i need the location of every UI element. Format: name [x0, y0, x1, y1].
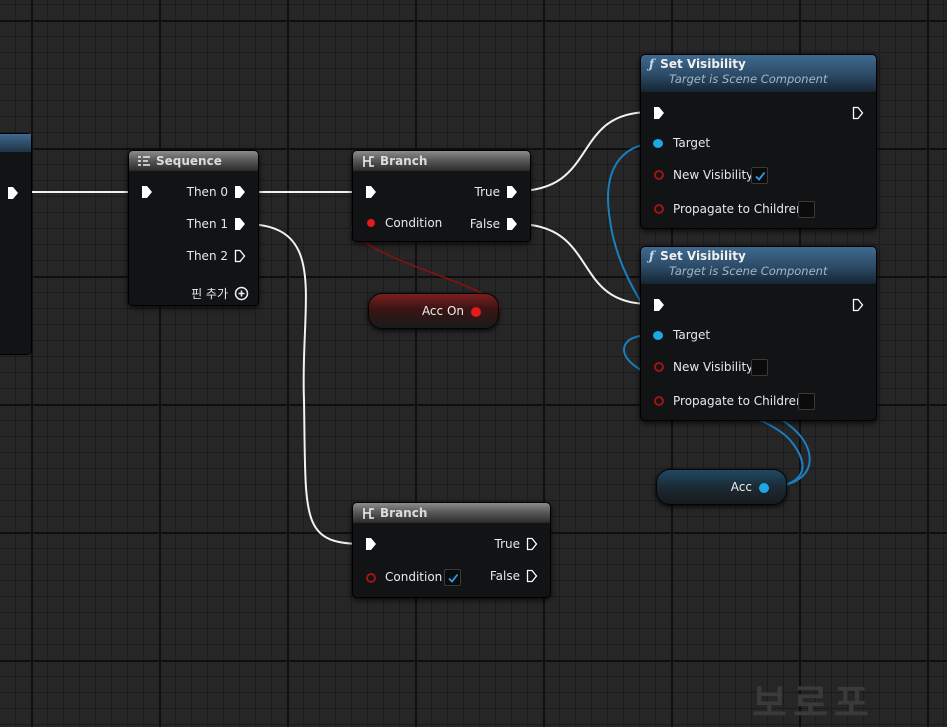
branch-top-true-pin-icon[interactable] [506, 185, 518, 199]
set-visibility-2-new-visibility-checkbox[interactable] [751, 359, 768, 376]
set-visibility-2-new-visibility-pin-icon[interactable] [654, 362, 664, 372]
branch-bottom-false-label: False [489, 569, 520, 583]
branch-top-condition-label: Condition [385, 216, 443, 230]
acc-output-pin-icon[interactable] [759, 483, 769, 493]
branch-top-header: Branch [353, 151, 530, 171]
set-visibility-1-new-visibility-label: New Visibility [673, 168, 754, 182]
branch-icon [363, 507, 374, 519]
exec-wire-false-to-set-visibility-2 [515, 223, 651, 305]
set-visibility-1-propagate-pin-icon[interactable] [654, 204, 664, 214]
acc-on-label: Acc On [421, 304, 464, 318]
then2-label: Then 2 [186, 249, 228, 263]
branch-bottom-condition-checkbox[interactable] [444, 569, 461, 586]
background-watermark-text: 보로포 [752, 681, 875, 725]
acc-variable-node[interactable]: Acc [656, 469, 787, 505]
set-visibility-node-1[interactable]: ƒ Set Visibility Target is Scene Componen… [640, 54, 877, 229]
branch-node-bottom[interactable]: Branch True Condition False [352, 502, 551, 598]
set-visibility-node-2[interactable]: ƒ Set Visibility Target is Scene Componen… [640, 246, 877, 421]
set-visibility-2-propagate-label: Propagate to Children [673, 394, 804, 408]
checkmark-icon [447, 573, 458, 583]
set-visibility-1-target-label: Target [673, 136, 711, 150]
sequence-node[interactable]: Sequence Then 0 Then 1 Then 2 핀 추가 [128, 150, 259, 306]
exec-wire-true-to-set-visibility-1 [515, 111, 651, 192]
branch-top-false-pin-icon[interactable] [506, 217, 518, 231]
set-visibility-2-header: ƒ Set Visibility Target is Scene Componen… [641, 247, 876, 284]
set-visibility-1-exec-out-pin-icon[interactable] [852, 106, 864, 120]
set-visibility-2-target-pin-icon[interactable] [653, 331, 663, 340]
then1-exec-pin-icon[interactable] [234, 217, 246, 231]
branch-bottom-title: Branch [380, 506, 428, 520]
sequence-exec-in-pin-icon[interactable] [141, 185, 153, 199]
then2-exec-pin-icon[interactable] [234, 249, 246, 263]
exec-wire-then1-to-branch-bottom [243, 223, 365, 545]
set-visibility-1-target-pin-icon[interactable] [653, 139, 663, 148]
branch-bottom-exec-in-pin-icon[interactable] [365, 537, 377, 551]
acc-label: Acc [730, 480, 752, 494]
sequence-title: Sequence [156, 154, 222, 168]
set-visibility-1-subtitle: Target is Scene Component [669, 72, 828, 86]
branch-top-false-label: False [469, 217, 500, 231]
branch-top-condition-pin-icon[interactable] [367, 219, 375, 227]
set-visibility-2-propagate-pin-icon[interactable] [654, 396, 664, 406]
set-visibility-1-exec-in-pin-icon[interactable] [653, 106, 665, 120]
set-visibility-2-subtitle: Target is Scene Component [669, 264, 828, 278]
branch-bottom-condition-label: Condition [385, 570, 443, 584]
branch-bottom-true-label: True [494, 537, 521, 551]
branch-top-true-label: True [474, 185, 501, 199]
then1-label: Then 1 [186, 217, 228, 231]
branch-top-title: Branch [380, 154, 428, 168]
sequence-header: Sequence [129, 151, 258, 171]
branch-icon [363, 155, 374, 167]
branch-bottom-false-pin-icon[interactable] [526, 569, 538, 583]
then0-label: Then 0 [186, 185, 228, 199]
set-visibility-1-new-visibility-pin-icon[interactable] [654, 170, 664, 180]
branch-top-exec-in-pin-icon[interactable] [365, 185, 377, 199]
add-pin-label[interactable]: 핀 추가 [191, 285, 228, 302]
set-visibility-2-exec-in-pin-icon[interactable] [653, 298, 665, 312]
set-visibility-1-propagate-label: Propagate to Children [673, 202, 804, 216]
set-visibility-2-target-label: Target [673, 328, 711, 342]
offscreen-event-node[interactable] [0, 133, 32, 355]
set-visibility-2-exec-out-pin-icon[interactable] [852, 298, 864, 312]
then0-exec-pin-icon[interactable] [234, 185, 246, 199]
checkmark-icon [754, 171, 765, 181]
branch-bottom-condition-pin-icon[interactable] [366, 573, 376, 583]
add-pin-icon[interactable] [234, 286, 249, 301]
acc-on-variable-node[interactable]: Acc On [368, 293, 499, 329]
set-visibility-1-propagate-checkbox[interactable] [798, 201, 815, 218]
set-visibility-2-propagate-checkbox[interactable] [798, 393, 815, 410]
acc-on-output-pin-icon[interactable] [471, 307, 481, 317]
branch-node-top[interactable]: Branch True Condition False [352, 150, 531, 242]
branch-bottom-header: Branch [353, 503, 550, 523]
function-f-icon: ƒ [649, 57, 655, 71]
function-f-icon: ƒ [649, 249, 655, 263]
set-visibility-2-new-visibility-label: New Visibility [673, 360, 754, 374]
sequence-icon [138, 156, 150, 166]
branch-bottom-true-pin-icon[interactable] [526, 537, 538, 551]
exec-out-pin-icon[interactable] [7, 186, 19, 200]
set-visibility-1-header: ƒ Set Visibility Target is Scene Componen… [641, 55, 876, 92]
set-visibility-1-new-visibility-checkbox[interactable] [751, 167, 768, 184]
